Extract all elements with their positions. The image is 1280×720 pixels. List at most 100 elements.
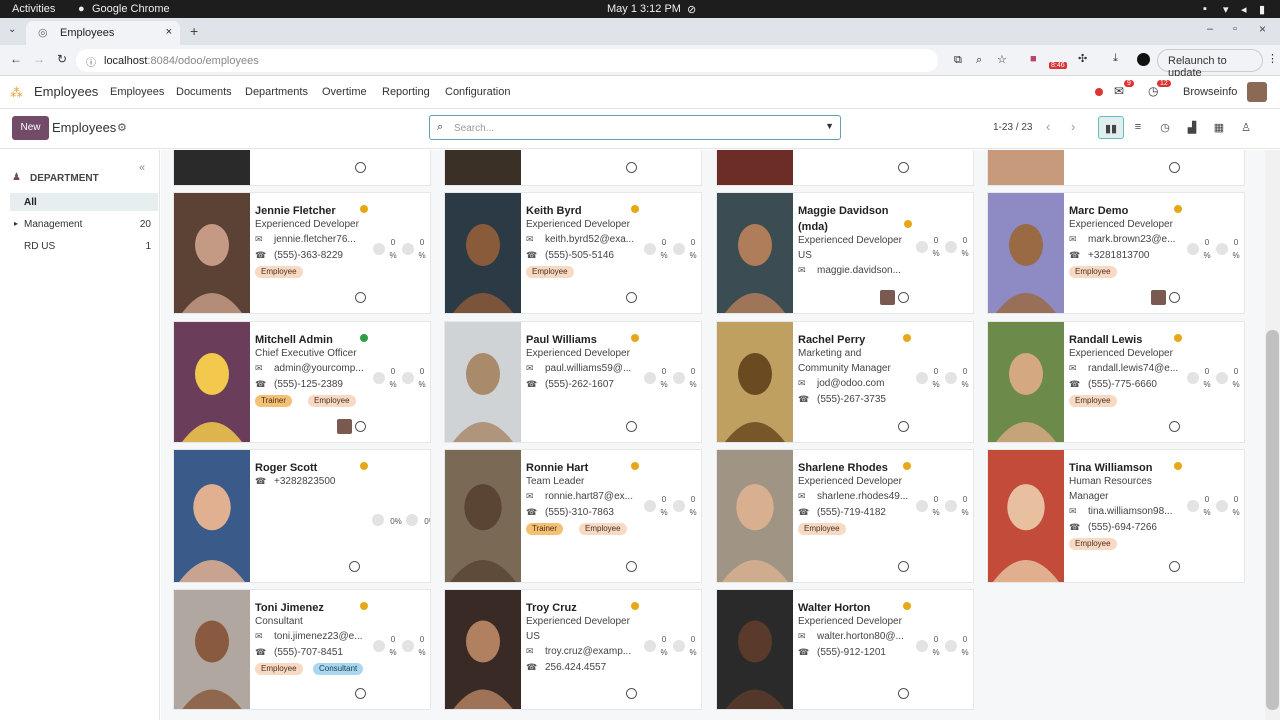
employee-name[interactable]: Marc Demo [1069, 203, 1169, 219]
employee-card[interactable]: Troy Cruz Experienced Developer US ✉ troy.cr… [444, 589, 702, 710]
employee-name[interactable]: Roger Scott [255, 460, 355, 476]
tray-icon[interactable]: ▪ [1203, 3, 1207, 15]
address-bar[interactable]: ⓘ localhost:8084/odoo/employees ⧉ ⌕ ☆ [76, 49, 1007, 72]
employee-name[interactable]: Randall Lewis [1069, 332, 1169, 348]
employee-card[interactable]: Rachel Perry Marketing and Community Manag… [716, 321, 974, 443]
employee-name[interactable]: Jennie Fletcher [255, 203, 355, 219]
pager-next-icon[interactable]: › [1071, 119, 1075, 134]
reload-icon[interactable]: ↻ [57, 52, 67, 66]
battery-icon[interactable]: ▮ [1259, 3, 1265, 16]
activity-clock-icon[interactable] [1169, 292, 1180, 303]
employee-name[interactable]: Keith Byrd [526, 203, 626, 219]
collapse-panel-icon[interactable]: « [139, 162, 145, 174]
download-icon[interactable]: ⤓ [1113, 52, 1118, 65]
employee-card-partial[interactable] [987, 150, 1245, 186]
profile-icon[interactable] [1137, 53, 1150, 66]
app-name[interactable]: Employees [34, 84, 98, 99]
tag-employee[interactable]: Employee [308, 395, 356, 407]
search-bar[interactable]: ⌕ Search... ▼ [429, 115, 841, 140]
employee-card[interactable]: Randall Lewis Experienced Developer ✉ randa… [987, 321, 1245, 443]
tag-employee[interactable]: Employee [579, 523, 627, 535]
employee-card[interactable]: Keith Byrd Experienced Developer ✉ keith.by… [444, 192, 702, 314]
activity-clock-icon[interactable] [626, 421, 637, 432]
extension-icon[interactable]: ■ [1030, 53, 1037, 65]
activity-clock-icon[interactable] [1169, 561, 1180, 572]
menu-configuration[interactable]: Configuration [445, 86, 510, 98]
puzzle-icon[interactable]: ✣ [1078, 52, 1087, 65]
employee-name[interactable]: Tina Williamson [1069, 460, 1169, 476]
activity-clock-icon[interactable] [626, 162, 637, 173]
activity-clock-icon[interactable] [898, 688, 909, 699]
maximize-icon[interactable]: ▫ [1233, 23, 1237, 35]
tag-employee[interactable]: Employee [255, 266, 303, 278]
new-button[interactable]: New [12, 116, 49, 140]
back-icon[interactable]: ← [10, 52, 22, 66]
employee-name[interactable]: Paul Williams [526, 332, 626, 348]
activity-clock-icon[interactable] [355, 421, 366, 432]
activity-clock-icon[interactable] [898, 162, 909, 173]
company-name[interactable]: Browseinfo [1183, 86, 1237, 98]
expand-caret-icon[interactable]: ▸ [14, 219, 18, 228]
activity-clock-icon[interactable] [1169, 421, 1180, 432]
search-options-toggle-icon[interactable]: ▼ [825, 121, 834, 131]
hierarchy-view-icon[interactable]: ♙ [1233, 116, 1259, 139]
tag-consultant[interactable]: Consultant [313, 663, 364, 675]
close-tab-icon[interactable]: × [166, 26, 172, 38]
graph-view-icon[interactable]: ▟ [1179, 116, 1205, 139]
menu-documents[interactable]: Documents [176, 86, 232, 98]
scrollbar-thumb[interactable] [1266, 330, 1279, 710]
employee-card[interactable]: Jennie Fletcher Experienced Developer ✉ jen… [173, 192, 431, 314]
list-view-icon[interactable]: ≡ [1125, 116, 1151, 139]
employee-name[interactable]: Rachel Perry [798, 332, 898, 348]
bookmark-star-icon[interactable]: ☆ [997, 53, 1007, 66]
new-tab-icon[interactable]: + [190, 23, 198, 39]
employee-name[interactable]: Mitchell Admin [255, 332, 355, 348]
menu-employees[interactable]: Employees [110, 86, 164, 98]
network-icon[interactable]: ▾ [1223, 3, 1229, 16]
pager-value[interactable]: 1-23 / 23 [993, 122, 1032, 133]
employee-card[interactable]: Sharlene Rhodes Experienced Developer ✉ sha… [716, 449, 974, 583]
activity-view-icon[interactable]: ◷ [1152, 116, 1178, 139]
employee-name[interactable]: Troy Cruz [526, 600, 626, 616]
employee-name[interactable]: Toni Jimenez [255, 600, 355, 616]
activity-clock-icon[interactable]: ◷ [1148, 84, 1158, 98]
search-input[interactable]: Search... [454, 123, 494, 134]
menu-overtime[interactable]: Overtime [322, 86, 367, 98]
clock-time[interactable]: 3:12 PM [640, 3, 681, 15]
activity-clock-icon[interactable] [355, 162, 366, 173]
employee-name[interactable]: Walter Horton [798, 600, 898, 616]
employee-name[interactable]: Sharlene Rhodes [798, 460, 898, 476]
relaunch-button[interactable]: Relaunch to update [1157, 49, 1263, 79]
manager-avatar[interactable] [1151, 290, 1166, 305]
activity-clock-icon[interactable] [1169, 162, 1180, 173]
employees-app-icon[interactable]: ⁂ [10, 85, 23, 101]
employee-card[interactable]: Tina Williamson Human Resources Manager ✉ ti… [987, 449, 1245, 583]
activity-clock-icon[interactable] [355, 292, 366, 303]
tag-trainer[interactable]: Trainer [255, 395, 293, 407]
site-info-icon[interactable]: ⓘ [86, 54, 96, 69]
menu-departments[interactable]: Departments [245, 86, 308, 98]
sidebar-item-all[interactable]: All [10, 193, 158, 211]
recording-indicator-icon[interactable] [1095, 88, 1103, 96]
employee-card[interactable]: Roger Scott☎ +3282823500 0% 0% [173, 449, 431, 583]
chrome-menu-icon[interactable]: ⋮ [1267, 52, 1278, 65]
tag-employee[interactable]: Employee [1069, 538, 1117, 550]
tag-employee[interactable]: Employee [1069, 266, 1117, 278]
employee-card[interactable]: Ronnie Hart Team Leader ✉ ronnie.hart87@ex.… [444, 449, 702, 583]
forward-icon[interactable]: → [33, 52, 45, 66]
user-avatar[interactable] [1247, 82, 1267, 102]
employee-card-partial[interactable] [444, 150, 702, 186]
kanban-view-icon[interactable]: ▮▮ [1098, 116, 1124, 139]
activity-clock-icon[interactable] [626, 292, 637, 303]
activities-button[interactable]: Activities [12, 3, 55, 15]
minimize-icon[interactable]: – [1207, 23, 1213, 35]
employee-card[interactable]: Mitchell Admin Chief Executive Officer ✉ ad… [173, 321, 431, 443]
manager-avatar[interactable] [337, 419, 352, 434]
sidebar-item-management[interactable]: ▸ Management 20 [10, 216, 158, 234]
activity-clock-icon[interactable] [898, 421, 909, 432]
tab-employees[interactable]: ◎ Employees × [26, 21, 180, 45]
employee-card[interactable]: Maggie Davidson (mda) Experienced Develop… [716, 192, 974, 314]
activity-clock-icon[interactable] [349, 561, 360, 572]
employee-card[interactable]: Walter Horton Experienced Developer ✉ walte… [716, 589, 974, 710]
sidebar-item-rd-us[interactable]: RD US 1 [10, 238, 158, 256]
